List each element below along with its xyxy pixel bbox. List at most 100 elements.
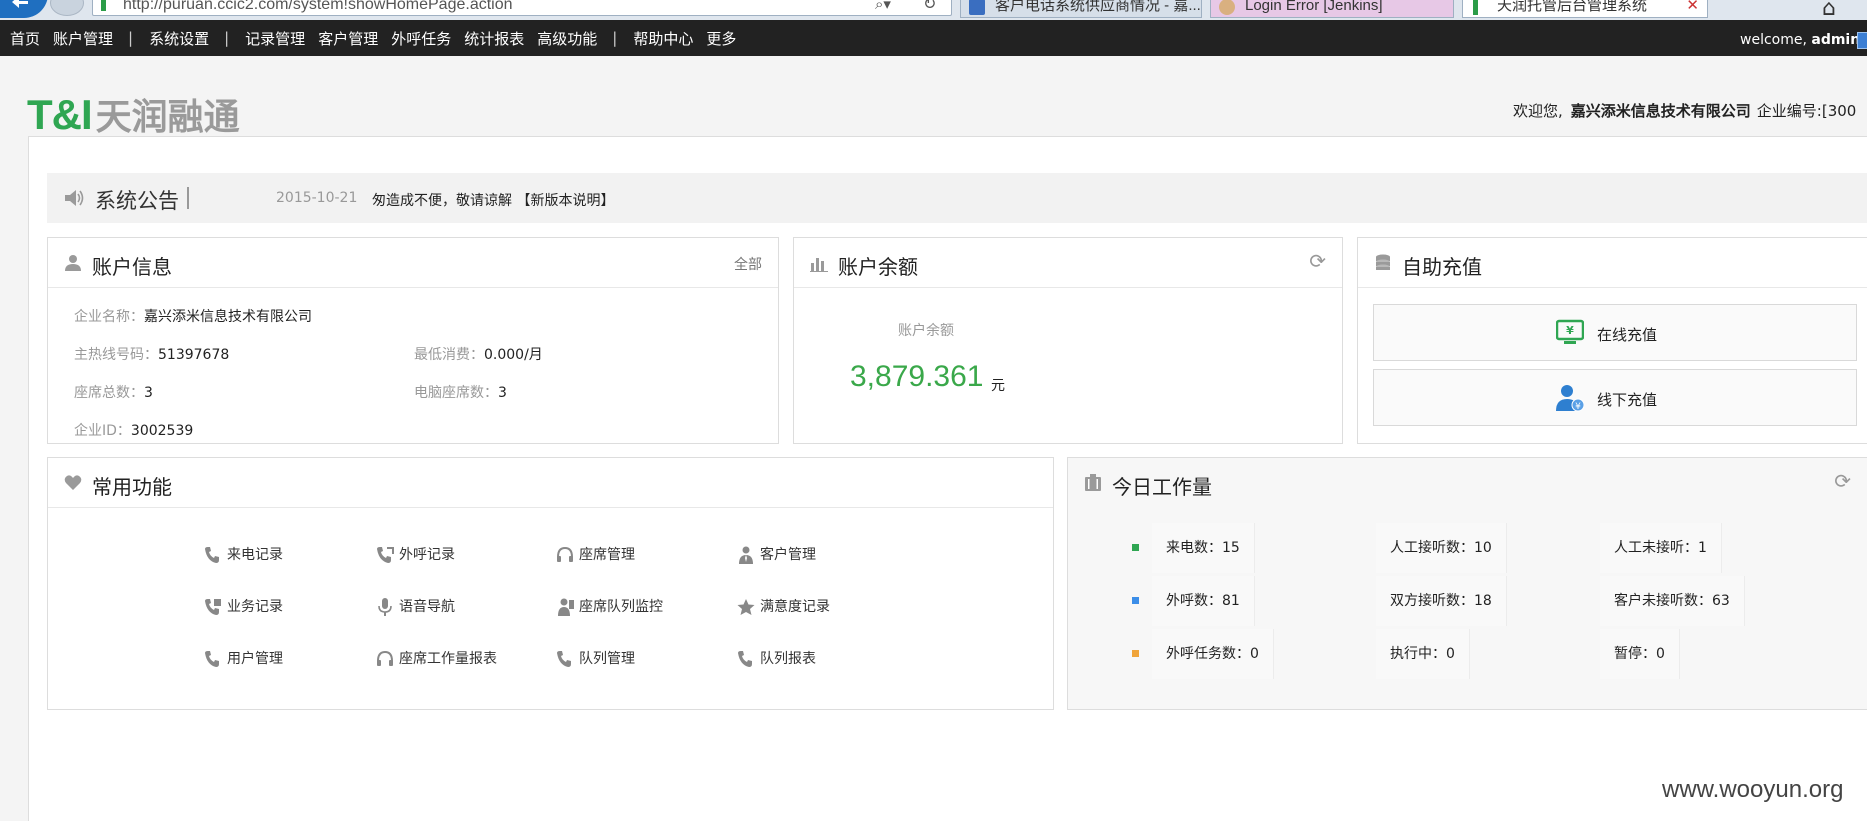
func-label: 用户管理 bbox=[227, 651, 283, 667]
func-seat-queue-monitor[interactable]: 座席队列监控 bbox=[555, 597, 663, 617]
nav-outbound[interactable]: 外呼任务 bbox=[391, 28, 451, 49]
phone-doc-icon bbox=[205, 599, 221, 615]
close-tab-icon[interactable]: ✕ bbox=[1686, 0, 1699, 15]
address-bar[interactable]: http://puruan.ccic2.com/system!showHomeP… bbox=[92, 0, 952, 16]
view-all-link[interactable]: 全部 bbox=[734, 254, 762, 274]
stat-outbound-tasks: 外呼任务数：0 bbox=[1152, 629, 1274, 679]
refresh-icon[interactable]: ⟳ bbox=[1834, 469, 1851, 493]
company-name: 嘉兴添米信息技术有限公司 bbox=[1570, 102, 1751, 120]
online-recharge-button[interactable]: ¥ 在线充值 bbox=[1373, 304, 1857, 361]
nav-records[interactable]: 记录管理 bbox=[245, 28, 305, 49]
task-dot-icon bbox=[1132, 650, 1139, 657]
panel-header: 账户余额 ⟳ bbox=[794, 238, 1342, 288]
nav-reports[interactable]: 统计报表 bbox=[464, 28, 524, 49]
queue-monitor-icon bbox=[558, 598, 574, 616]
func-customer-management[interactable]: 客户管理 bbox=[736, 545, 816, 565]
tab-title: 客户电话系统供应商情况 - 嘉... bbox=[995, 0, 1201, 14]
func-user-management[interactable]: 用户管理 bbox=[203, 649, 283, 669]
hotline-field: 主热线号码：51397678 bbox=[74, 344, 229, 364]
svg-text:¥: ¥ bbox=[1566, 324, 1574, 337]
field-value: 51397678 bbox=[158, 347, 230, 363]
nav-separator: | bbox=[128, 29, 134, 47]
browser-toolbar: http://puruan.ccic2.com/system!showHomeP… bbox=[0, 0, 1867, 20]
notice-date: 2015-10-21 bbox=[276, 190, 358, 206]
nav-home[interactable]: 首页 bbox=[10, 28, 40, 49]
phone-out-icon bbox=[377, 547, 394, 563]
online-recharge-label: 在线充值 bbox=[1597, 326, 1658, 344]
phone-report-icon bbox=[738, 651, 752, 667]
field-value: 3 bbox=[144, 385, 153, 401]
pc-seats-field: 电脑座席数：3 bbox=[414, 382, 507, 402]
tab-favicon-icon bbox=[969, 0, 985, 15]
func-queue-report[interactable]: 队列报表 bbox=[736, 649, 816, 669]
func-label: 客户管理 bbox=[760, 547, 816, 563]
search-icon[interactable]: ⌕▾ bbox=[875, 0, 891, 13]
func-label: 队列管理 bbox=[579, 651, 635, 667]
stat-agent-missed: 人工未接听：1 bbox=[1600, 523, 1722, 573]
refresh-icon[interactable]: ↻ bbox=[923, 0, 936, 13]
offline-recharge-button[interactable]: ¥ 线下充值 bbox=[1373, 369, 1857, 426]
field-label: 座席总数： bbox=[74, 385, 144, 401]
headset-icon bbox=[377, 650, 393, 666]
back-button[interactable] bbox=[0, 0, 48, 18]
func-business-records[interactable]: 业务记录 bbox=[203, 597, 283, 617]
offline-recharge-label: 线下充值 bbox=[1597, 391, 1658, 409]
stat-outbound: 外呼数：81 bbox=[1152, 576, 1255, 626]
watermark-text: www.wooyun.org bbox=[1662, 776, 1844, 803]
browser-tab-jenkins[interactable]: Login Error [Jenkins] bbox=[1210, 0, 1454, 18]
nav-advanced[interactable]: 高级功能 bbox=[537, 28, 597, 49]
stat-agent-answered: 人工接听数：10 bbox=[1376, 523, 1507, 573]
nav-help[interactable]: 帮助中心 bbox=[633, 28, 693, 49]
microphone-icon bbox=[378, 598, 392, 616]
browser-tab-suppliers[interactable]: 客户电话系统供应商情况 - 嘉... bbox=[960, 0, 1202, 18]
user-menu-icon[interactable] bbox=[1857, 32, 1867, 49]
field-label: 企业ID： bbox=[74, 423, 131, 439]
system-notice: 系统公告 2015-10-21 匆造成不便，敬请谅解 【新版本说明】 bbox=[47, 173, 1867, 223]
func-outbound-records[interactable]: 外呼记录 bbox=[375, 545, 455, 565]
company-id-label: 企业编号:[300 bbox=[1756, 102, 1857, 120]
stat-customer-missed: 客户未接听数：63 bbox=[1600, 576, 1745, 626]
refresh-icon[interactable]: ⟳ bbox=[1309, 249, 1326, 273]
func-seat-workload-report[interactable]: 座席工作量报表 bbox=[375, 649, 497, 669]
func-label: 队列报表 bbox=[760, 651, 816, 667]
greeting: 欢迎您, bbox=[1513, 102, 1563, 120]
clipboard-icon bbox=[1085, 474, 1101, 491]
back-arrow-icon bbox=[12, 0, 28, 8]
min-consumption-field: 最低消费：0.000/月 bbox=[414, 344, 543, 364]
logo-text: 天润融通 bbox=[95, 96, 240, 137]
balance-value: 3,879.361 bbox=[850, 360, 984, 393]
browser-tab-active[interactable]: 天润托管后台管理系统 ✕ bbox=[1462, 0, 1708, 18]
nav-more[interactable]: 更多 bbox=[706, 28, 736, 49]
field-label: 企业名称： bbox=[74, 309, 144, 325]
func-satisfaction-records[interactable]: 满意度记录 bbox=[736, 597, 830, 617]
home-icon[interactable]: ⌂ bbox=[1822, 0, 1836, 20]
coins-stack-icon bbox=[1376, 254, 1390, 270]
field-label: 电脑座席数： bbox=[414, 385, 498, 401]
field-value: 嘉兴添米信息技术有限公司 bbox=[144, 309, 312, 325]
recharge-title: 自助充值 bbox=[1402, 255, 1482, 279]
url-text[interactable]: http://puruan.ccic2.com/system!showHomeP… bbox=[123, 0, 513, 14]
main-menu: 首页 账户管理 | 系统设置 | 记录管理 客户管理 外呼任务 统计报表 高级功… bbox=[10, 20, 749, 56]
func-label: 业务记录 bbox=[227, 599, 283, 615]
tab-title: 天润托管后台管理系统 bbox=[1497, 0, 1648, 14]
nav-account[interactable]: 账户管理 bbox=[53, 28, 113, 49]
today-workload-panel: 今日工作量 ⟳ 来电数：15 人工接听数：10 人工未接听：1 外呼数：81 双… bbox=[1067, 457, 1867, 710]
nav-customers[interactable]: 客户管理 bbox=[318, 28, 378, 49]
nav-settings[interactable]: 系统设置 bbox=[149, 28, 209, 49]
field-label: 主热线号码： bbox=[74, 347, 158, 363]
common-functions-panel: 常用功能 来电记录 外呼记录 座席管理 客户管理 业务记录 语音导航 座席队列监… bbox=[47, 457, 1054, 710]
site-favicon-icon bbox=[101, 0, 106, 11]
func-incoming-records[interactable]: 来电记录 bbox=[203, 545, 283, 565]
forward-button[interactable] bbox=[50, 0, 84, 16]
notice-message[interactable]: 匆造成不便，敬请谅解 【新版本说明】 bbox=[372, 190, 614, 210]
welcome-text: welcome, admin bbox=[1740, 20, 1860, 56]
func-voice-navigation[interactable]: 语音导航 bbox=[375, 597, 455, 617]
func-seat-management[interactable]: 座席管理 bbox=[555, 545, 635, 565]
company-name-field: 企业名称：嘉兴添米信息技术有限公司 bbox=[74, 306, 312, 326]
func-queue-management[interactable]: 队列管理 bbox=[555, 649, 635, 669]
func-label: 座席管理 bbox=[579, 547, 635, 563]
notice-title: 系统公告 bbox=[95, 189, 179, 213]
welcome-user[interactable]: admin bbox=[1811, 32, 1860, 48]
field-value: 3002539 bbox=[130, 423, 194, 439]
field-value: 3 bbox=[498, 385, 507, 401]
